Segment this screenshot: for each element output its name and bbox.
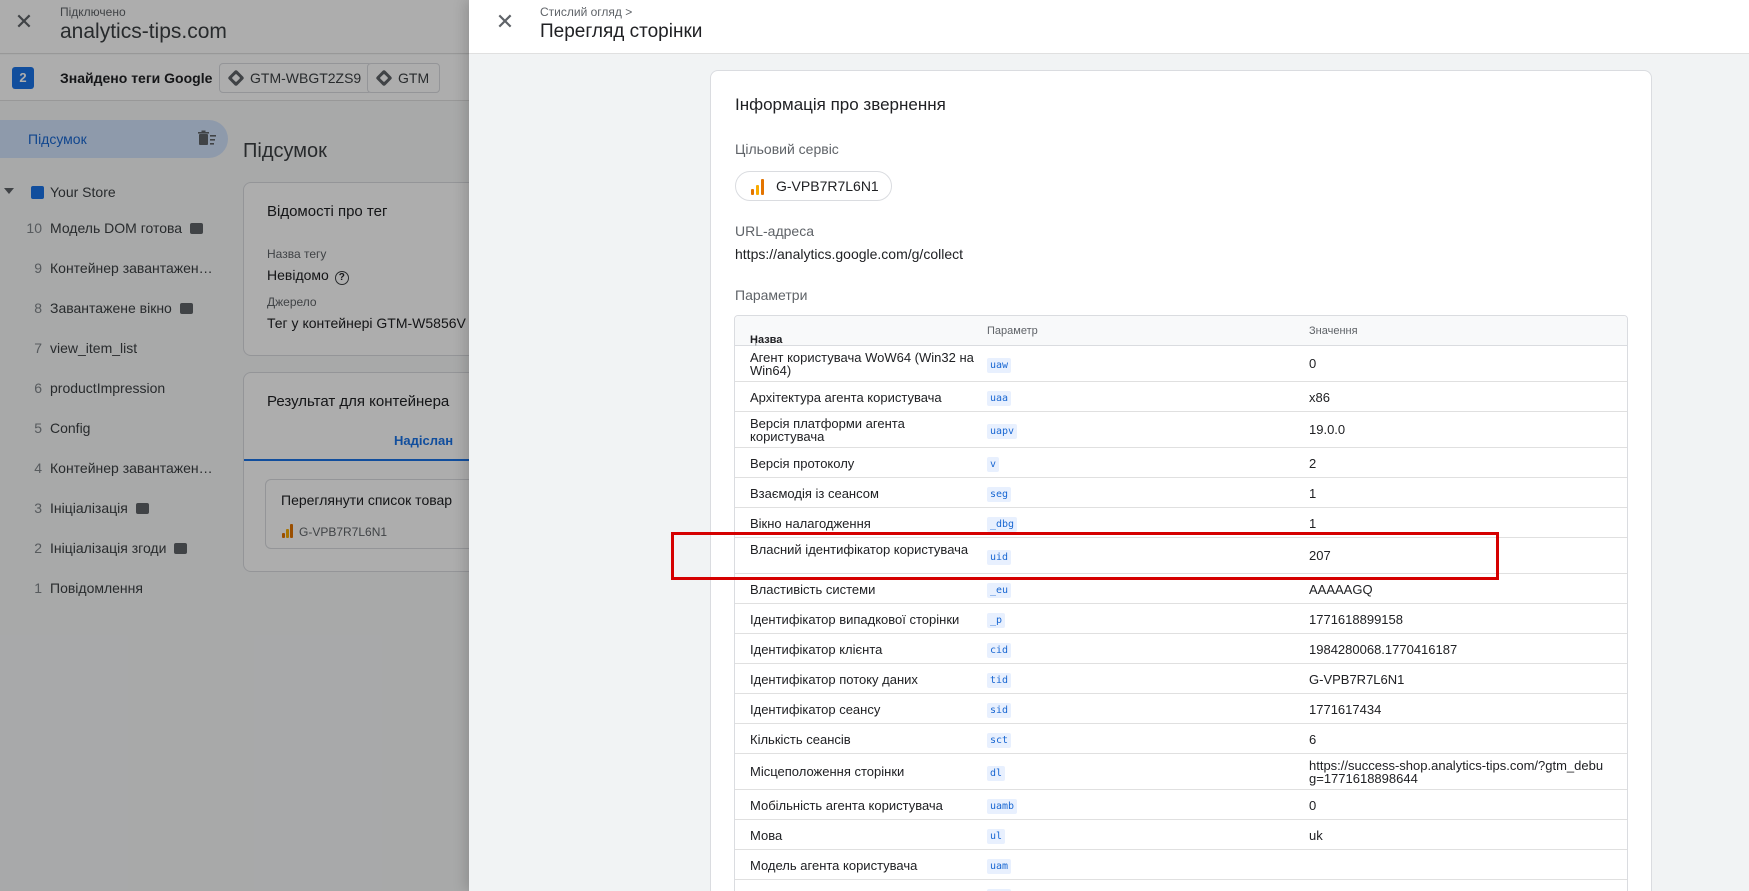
params-label: Параметри <box>735 287 808 303</box>
table-row: Агент користувача WoW64 (Win32 на Win64)… <box>735 346 1627 382</box>
table-row: Ідентифікатор потоку даних tid G-VPB7R7L… <box>735 664 1627 694</box>
card-heading: Інформація про звернення <box>735 95 946 114</box>
table-row: Версія протоколу v 2 <box>735 448 1627 478</box>
param-code: _dbg <box>987 517 1018 532</box>
param-code: ul <box>987 829 1006 844</box>
param-code: dl <box>987 766 1006 781</box>
hit-info-card: Інформація про звернення Цільовий сервіс… <box>710 70 1652 891</box>
close-icon[interactable]: ✕ <box>493 10 517 34</box>
table-row: Місцеположення сторінки dl https://succe… <box>735 754 1627 790</box>
params-table: Назва ↑ Параметр Значення Агент користува… <box>734 315 1628 891</box>
table-row: Версія платформи агента користувача uapv… <box>735 412 1627 448</box>
table-row: Мобільність агента користувача uamb 0 <box>735 790 1627 820</box>
detail-panel: ✕ Стислий огляд > Перегляд сторінки Інфо… <box>469 0 1749 891</box>
table-row <box>735 880 1627 891</box>
table-row: Взаємодія із сеансом seg 1 <box>735 478 1627 508</box>
param-code: uam <box>987 859 1012 874</box>
param-code: sct <box>987 733 1012 748</box>
table-row: Ідентифікатор клієнта cid 1984280068.177… <box>735 634 1627 664</box>
highlight-box <box>671 532 1499 580</box>
panel-title: Перегляд сторінки <box>540 21 703 42</box>
panel-header: ✕ Стислий огляд > Перегляд сторінки <box>469 0 1749 54</box>
url-label: URL-адреса <box>735 223 814 239</box>
table-row: Ідентифікатор сеансу sid 1771617434 <box>735 694 1627 724</box>
param-code: uaa <box>987 391 1012 406</box>
param-code: uaw <box>987 358 1012 373</box>
breadcrumb[interactable]: Стислий огляд > <box>540 5 632 19</box>
table-row: Архітектура агента користувача uaa x86 <box>735 382 1627 412</box>
param-code: seg <box>987 487 1012 502</box>
target-service-chip[interactable]: G-VPB7R7L6N1 <box>735 171 892 201</box>
table-row: Ідентифікатор випадкової сторінки _p 177… <box>735 604 1627 634</box>
param-code: v <box>987 457 1000 472</box>
param-code: tid <box>987 673 1012 688</box>
param-code: cid <box>987 643 1012 658</box>
column-header-param: Параметр <box>987 325 1038 337</box>
url-value: https://analytics.google.com/g/collect <box>735 246 964 262</box>
analytics-icon <box>750 179 766 195</box>
table-row: Кількість сеансів sct 6 <box>735 724 1627 754</box>
table-row: Мова ul uk <box>735 820 1627 850</box>
column-header-value: Значення <box>1309 325 1358 337</box>
param-code: _p <box>987 613 1006 628</box>
param-code: sid <box>987 703 1012 718</box>
param-code: uapv <box>987 424 1018 439</box>
table-row: Модель агента користувача uam <box>735 850 1627 880</box>
modal-scrim[interactable] <box>0 0 469 891</box>
table-header: Назва ↑ Параметр Значення <box>735 316 1627 348</box>
target-service-label: Цільовий сервіс <box>735 141 839 157</box>
param-code: uamb <box>987 799 1018 814</box>
param-code: _eu <box>987 583 1012 598</box>
